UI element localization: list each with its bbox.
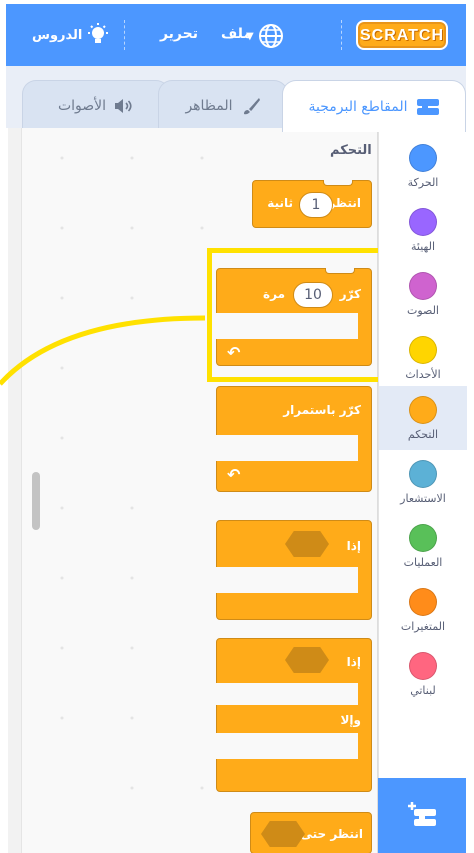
- if-mouth: [216, 683, 358, 705]
- category-operators[interactable]: العمليات: [379, 514, 467, 578]
- category-label: الحركة: [407, 176, 439, 189]
- category-looks-dot: [409, 208, 437, 236]
- wait-seconds-block[interactable]: انتظر 1 ثانية: [252, 180, 372, 228]
- loop-arrow-icon: ↶: [227, 465, 241, 484]
- category-motion-dot: [409, 144, 437, 172]
- forever-mouth: [216, 435, 358, 461]
- category-sound[interactable]: الصوت: [379, 262, 467, 326]
- wait-unit-label: ثانية: [267, 196, 293, 210]
- category-label: الصوت: [407, 304, 439, 317]
- if-mouth: [216, 567, 358, 593]
- boolean-slot[interactable]: [285, 647, 329, 673]
- category-label: الهيئة: [410, 240, 435, 253]
- category-sound-dot: [409, 272, 437, 300]
- if-label: إذا: [346, 655, 361, 669]
- wait-seconds-input[interactable]: 1: [299, 192, 333, 218]
- add-extension-button[interactable]: [378, 778, 466, 853]
- category-label: لبناتي: [410, 684, 436, 697]
- block-notch: [323, 180, 353, 186]
- category-events[interactable]: الأحداث: [379, 326, 467, 390]
- category-sensing-dot: [409, 460, 437, 488]
- category-label: العمليات: [403, 556, 443, 569]
- boolean-slot[interactable]: [285, 531, 329, 557]
- add-extension-icon: [408, 801, 436, 826]
- tab-code[interactable]: المقاطع البرمجية: [282, 80, 466, 132]
- category-motion[interactable]: الحركة: [379, 134, 467, 198]
- else-mouth: [216, 733, 358, 759]
- category-sensing[interactable]: الاستشعار: [379, 450, 467, 514]
- category-variables-dot: [409, 588, 437, 616]
- category-sidebar: الحركة الهيئة الصوت الأحداث التحكم الاست…: [378, 128, 467, 778]
- category-events-dot: [409, 336, 437, 364]
- section-title-control: التحكم: [330, 143, 372, 158]
- wait-label: انتظر: [328, 196, 361, 210]
- category-operators-dot: [409, 524, 437, 552]
- else-label: وإلا: [340, 713, 361, 727]
- code-blocks-icon: [416, 98, 439, 115]
- category-label: الاستشعار: [400, 492, 446, 505]
- if-label: إذا: [346, 539, 361, 553]
- category-my-blocks[interactable]: لبناتي: [379, 642, 467, 706]
- category-variables[interactable]: المتغيرات: [379, 578, 467, 642]
- tab-code-label: المقاطع البرمجية: [308, 98, 408, 115]
- wait-until-block[interactable]: انتظر حتى: [250, 812, 372, 853]
- category-looks[interactable]: الهيئة: [379, 198, 467, 262]
- category-label: التحكم: [407, 428, 439, 441]
- wait-until-label: انتظر حتى: [300, 827, 363, 841]
- category-label: المتغيرات: [400, 620, 446, 633]
- boolean-slot[interactable]: [261, 821, 305, 847]
- if-else-block[interactable]: إذا وإلا: [216, 638, 372, 792]
- category-my-blocks-dot: [409, 652, 437, 680]
- forever-block[interactable]: كرّر باستمرار ↶: [216, 386, 372, 492]
- highlight-frame: [207, 248, 383, 382]
- category-label: الأحداث: [405, 368, 441, 381]
- category-control[interactable]: التحكم: [379, 386, 467, 450]
- forever-label: كرّر باستمرار: [283, 403, 361, 417]
- if-then-block[interactable]: إذا: [216, 520, 372, 620]
- category-control-dot: [409, 396, 437, 424]
